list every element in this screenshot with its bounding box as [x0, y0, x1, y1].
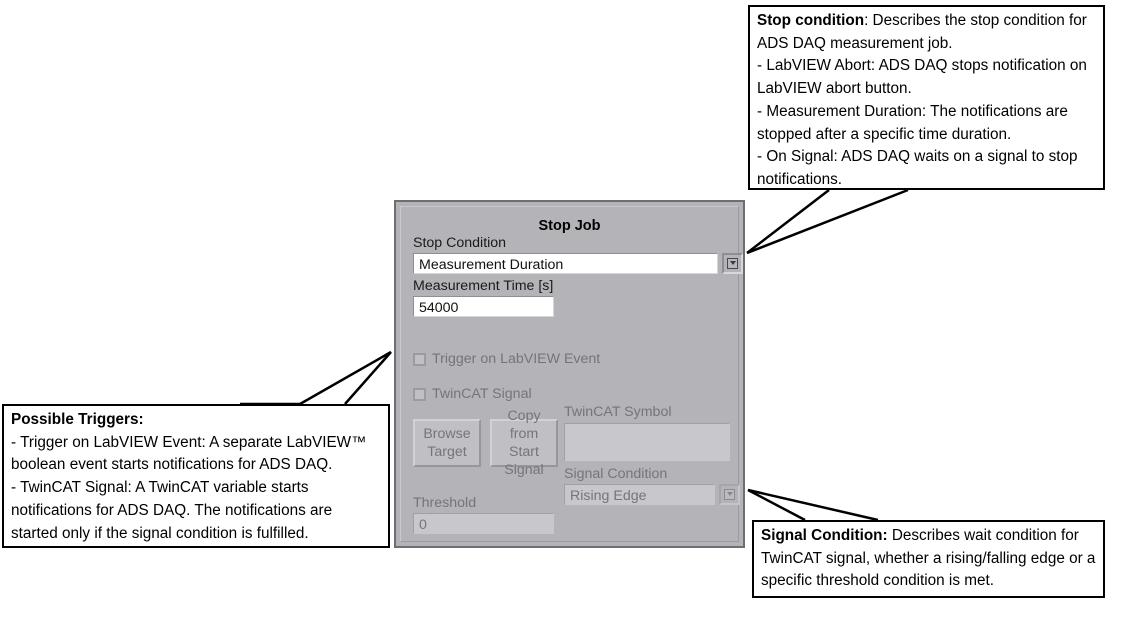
panel-title: Stop Job	[538, 218, 601, 234]
callout-possible-triggers-heading: Possible Triggers:	[11, 411, 144, 428]
leader-line-stop-condition-a	[746, 189, 830, 254]
twincat-signal-label: TwinCAT Signal	[432, 386, 532, 402]
checkbox-icon	[413, 352, 426, 366]
leader-line-signal-condition-a	[747, 488, 806, 522]
leader-line-possible-triggers-a	[344, 351, 392, 405]
callout-possible-triggers-body: - Trigger on LabVIEW Event: A separate L…	[11, 433, 367, 542]
copy-from-start-signal-button[interactable]: Copy from Start Signal	[490, 408, 558, 478]
twincat-symbol-label: TwinCAT Symbol	[564, 404, 672, 420]
twincat-symbol-input[interactable]	[564, 423, 730, 461]
callout-stop-condition-text: Stop condition: Describes the stop condi…	[750, 7, 1103, 196]
callout-stop-condition-heading: Stop condition	[757, 12, 865, 29]
threshold-label: Threshold	[413, 495, 477, 511]
callout-signal-condition: Signal Condition: Describes wait conditi…	[752, 520, 1105, 598]
checkbox-icon	[413, 387, 426, 401]
browse-target-button[interactable]: Browse Target	[413, 419, 481, 467]
stop-condition-label: Stop Condition	[413, 235, 507, 251]
chevron-down-icon	[724, 489, 735, 500]
callout-signal-condition-text: Signal Condition: Describes wait conditi…	[754, 522, 1103, 597]
leader-line-signal-condition-b	[747, 488, 879, 522]
callout-possible-triggers: Possible Triggers: - Trigger on LabVIEW …	[2, 404, 390, 548]
leader-line-possible-triggers-b	[299, 350, 392, 406]
callout-stop-condition-body: : Describes the stop condition for ADS D…	[757, 12, 1087, 188]
threshold-input[interactable]: 0	[413, 513, 554, 534]
callout-signal-condition-heading: Signal Condition:	[761, 527, 888, 544]
measurement-time-label: Measurement Time [s]	[413, 278, 554, 294]
signal-condition-label: Signal Condition	[564, 466, 668, 482]
callout-possible-triggers-text: Possible Triggers: - Trigger on LabVIEW …	[4, 406, 388, 549]
stop-condition-combo[interactable]: Measurement Duration	[413, 253, 718, 274]
twincat-signal-checkbox[interactable]: TwinCAT Signal	[413, 386, 532, 402]
measurement-time-input[interactable]: 54000	[413, 296, 554, 317]
trigger-on-labview-event-checkbox[interactable]: Trigger on LabVIEW Event	[413, 351, 600, 367]
trigger-on-labview-event-label: Trigger on LabVIEW Event	[432, 351, 601, 367]
chevron-down-icon	[727, 258, 738, 269]
callout-stop-condition: Stop condition: Describes the stop condi…	[748, 5, 1105, 190]
signal-condition-dropdown-button[interactable]	[719, 484, 740, 505]
signal-condition-combo[interactable]: Rising Edge	[564, 484, 715, 505]
stop-condition-dropdown-button[interactable]	[722, 253, 743, 274]
stop-job-panel: Stop Job Stop Condition Measurement Dura…	[394, 200, 745, 548]
leader-line-stop-condition-b	[746, 188, 909, 255]
stop-job-panel-inner: Stop Job Stop Condition Measurement Dura…	[400, 206, 743, 542]
